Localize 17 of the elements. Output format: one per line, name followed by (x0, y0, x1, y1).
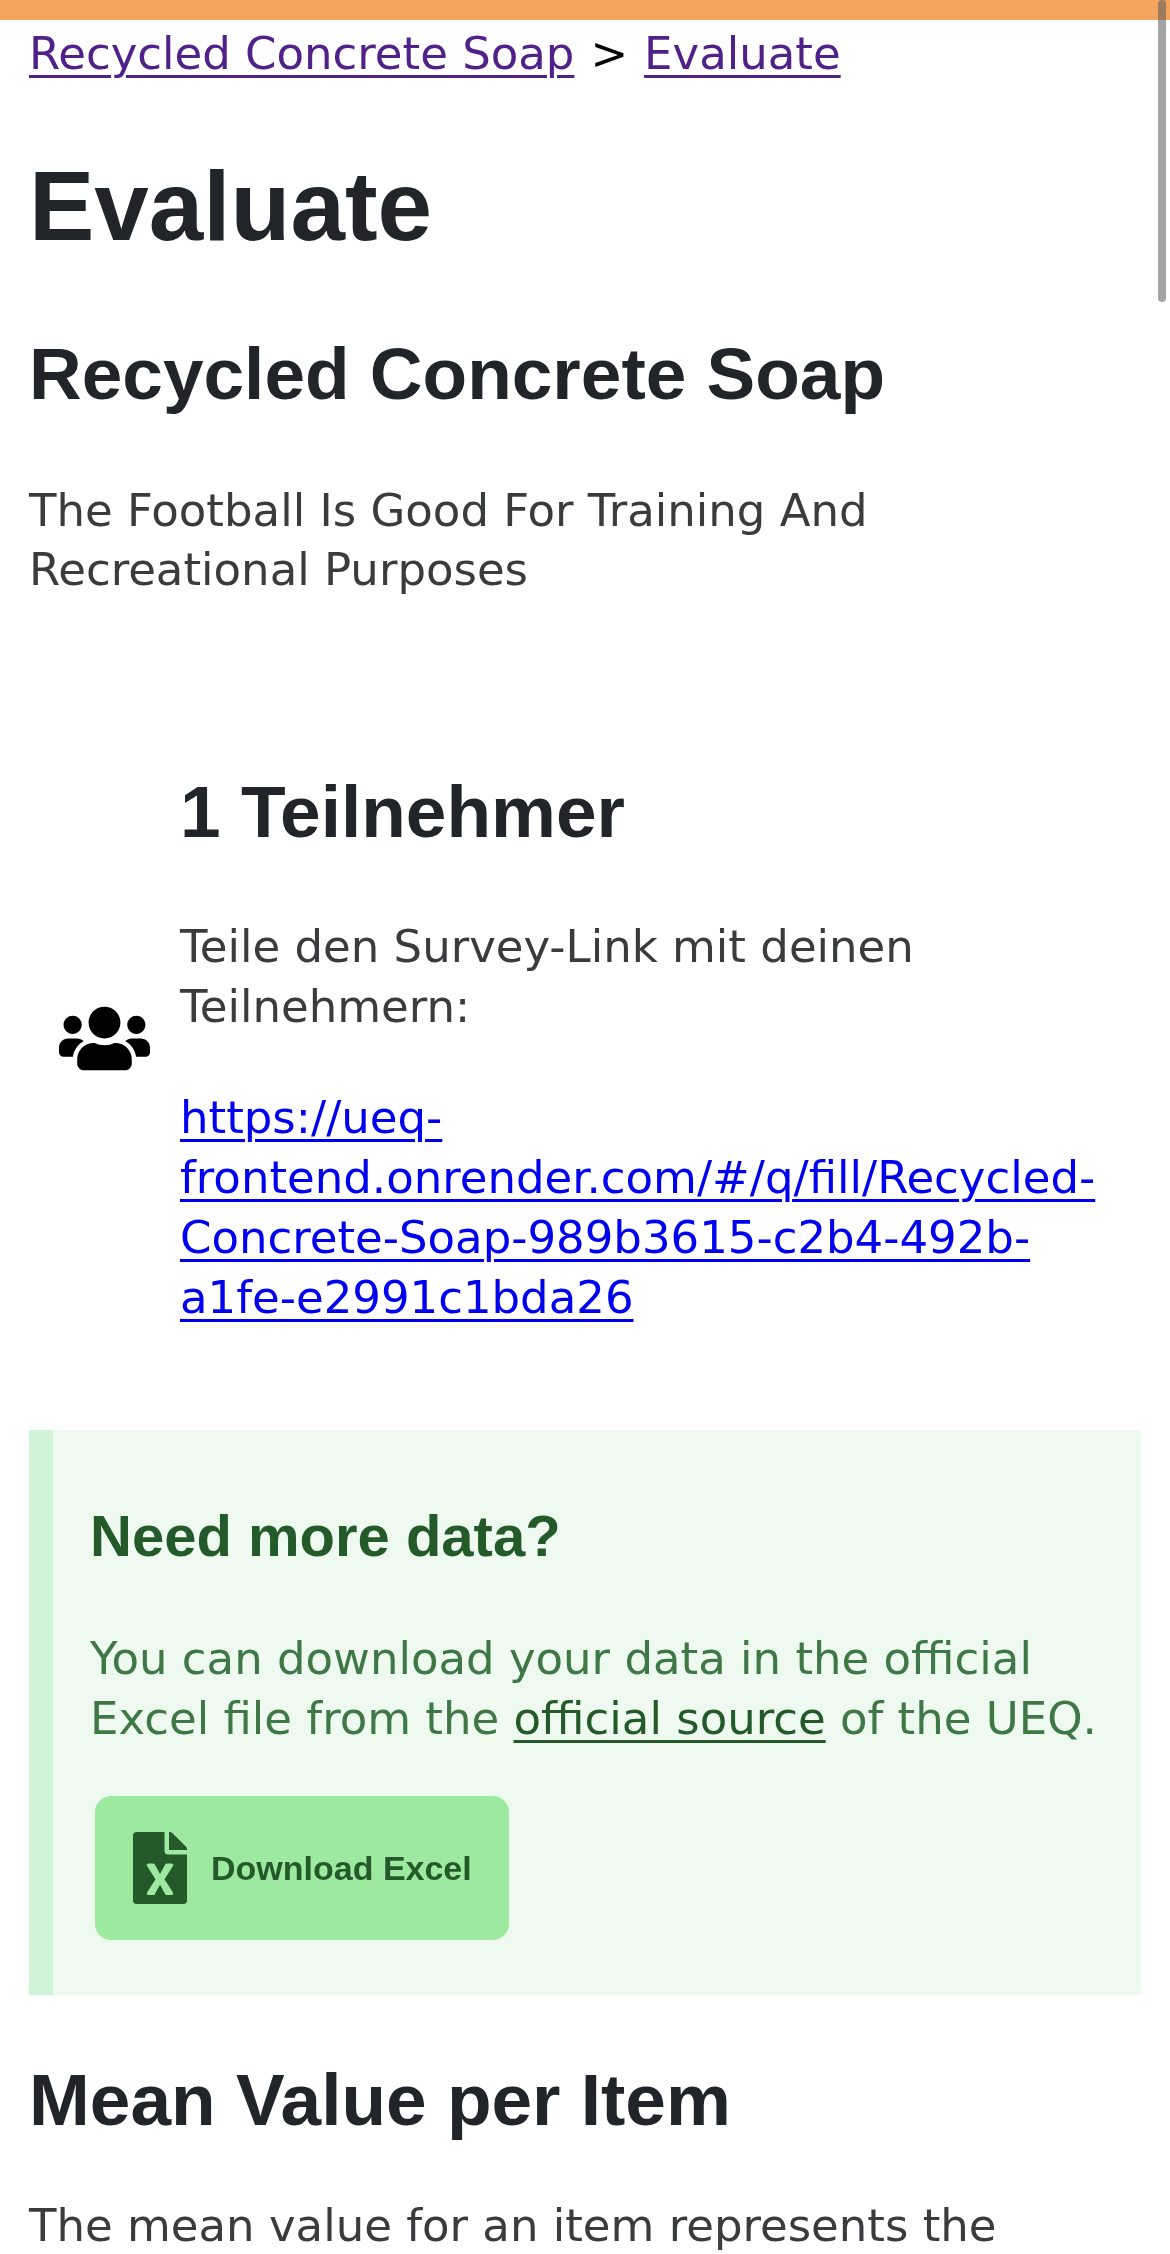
share-instructions: Teile den Survey-Link mit deinen Teilnehmern: (180, 919, 915, 1035)
breadcrumb-separator: > (590, 27, 629, 80)
participant-count: 1 Teilnehmer (180, 770, 626, 854)
survey-link[interactable]: https://ueq-frontend.onrender.com/#/q/fill/Recycled-Concrete-Soap-989b3615-c2b4-492b-a1fe-e2991c1bda26 (180, 1088, 1141, 1328)
section-heading: Mean Value per Item (29, 2058, 732, 2142)
breadcrumb-link[interactable]: Evaluate (644, 27, 841, 80)
official-source-link[interactable]: official source (513, 1692, 826, 1745)
page-title: Evaluate (29, 150, 434, 263)
download-excel-button[interactable]: Download Excel (95, 1796, 509, 1940)
section-description: The mean value for an item represents the (29, 2204, 998, 2248)
spreadsheet-file-icon (133, 1832, 187, 1904)
download-info-text: You can download your data in the official Excel file from the official source of the UEQ. (90, 1631, 1098, 1747)
product-name: Recycled Concrete Soap (29, 332, 887, 416)
scrollbar-thumb[interactable] (1158, 0, 1166, 302)
callout-heading: Need more data? (90, 1502, 562, 1570)
breadcrumb-link[interactable]: Recycled Concrete Soap (29, 27, 575, 80)
product-description: The Football Is Good For Training And Recreational Purposes (29, 483, 869, 598)
